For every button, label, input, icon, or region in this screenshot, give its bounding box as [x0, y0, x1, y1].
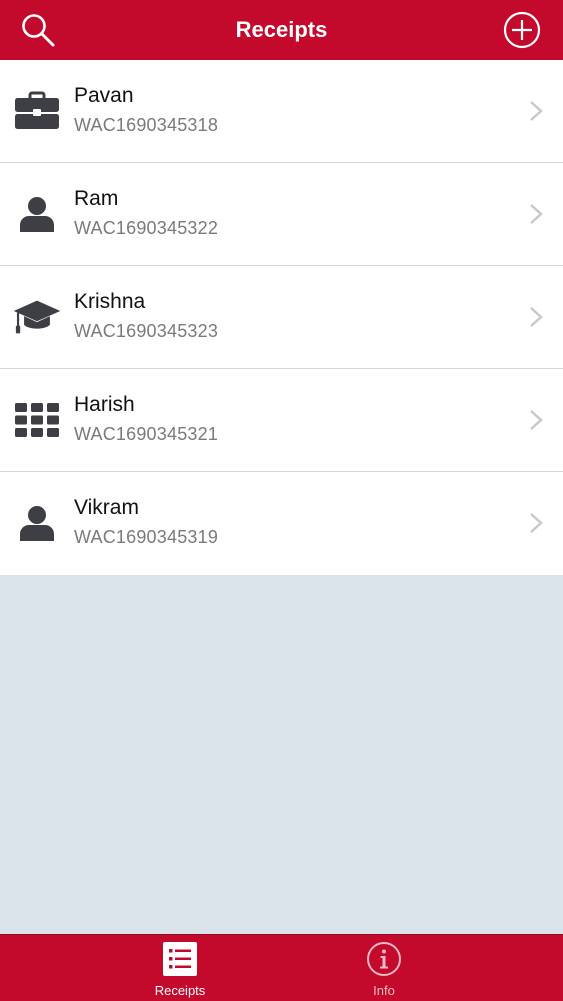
navigation-bar: Receipts — [0, 0, 563, 60]
page-title: Receipts — [235, 17, 328, 42]
chevron-right-icon — [530, 307, 543, 327]
chevron-right-icon — [530, 204, 543, 224]
add-receipt-button[interactable] — [502, 10, 542, 50]
receipt-name: Harish — [74, 393, 135, 416]
receipt-row[interactable]: Vikram WAC1690345319 — [0, 472, 563, 575]
tab-info[interactable]: Info — [314, 935, 454, 1001]
tab-bar: Receipts Info — [0, 934, 563, 1001]
search-button[interactable] — [18, 10, 58, 50]
search-icon — [22, 14, 55, 47]
tab-receipts[interactable]: Receipts — [110, 935, 250, 1001]
receipt-id: WAC1690345319 — [74, 527, 219, 547]
receipt-row[interactable]: Ram WAC1690345322 — [0, 163, 563, 266]
receipt-name: Vikram — [74, 496, 139, 519]
grid-icon — [12, 395, 62, 445]
person-icon — [12, 189, 62, 239]
add-circle-icon — [503, 11, 541, 49]
briefcase-icon — [12, 86, 62, 136]
receipt-name: Pavan — [74, 84, 134, 107]
receipt-id: WAC1690345322 — [74, 218, 219, 238]
info-icon — [367, 942, 401, 976]
chevron-right-icon — [530, 410, 543, 430]
receipt-id: WAC1690345321 — [74, 424, 219, 444]
receipt-name: Krishna — [74, 290, 146, 313]
receipt-row[interactable]: Krishna WAC1690345323 — [0, 266, 563, 369]
receipts-list: Pavan WAC1690345318 Ram WAC1690345322 Kr… — [0, 60, 563, 575]
receipt-row[interactable]: Harish WAC1690345321 — [0, 369, 563, 472]
list-icon — [163, 942, 197, 976]
receipt-id: WAC1690345318 — [74, 115, 219, 135]
tab-receipts-label: Receipts — [154, 983, 206, 998]
tab-info-label: Info — [373, 983, 395, 998]
chevron-right-icon — [530, 101, 543, 121]
chevron-right-icon — [530, 513, 543, 533]
receipt-name: Ram — [74, 187, 119, 210]
person-icon — [12, 498, 62, 548]
receipt-id: WAC1690345323 — [74, 321, 219, 341]
graduation-cap-icon — [12, 292, 62, 342]
receipt-row[interactable]: Pavan WAC1690345318 — [0, 60, 563, 163]
